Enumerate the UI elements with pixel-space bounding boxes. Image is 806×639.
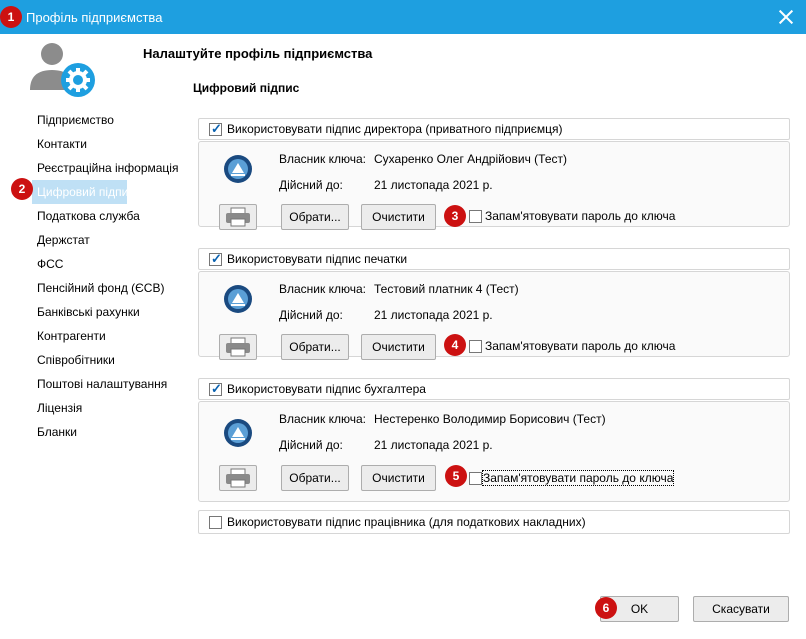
- accountant-signature-checkbox-label[interactable]: Використовувати підпис бухгалтера: [227, 382, 426, 396]
- sidebar-item-tax-service[interactable]: Податкова служба: [32, 204, 192, 228]
- sidebar-item-forms[interactable]: Бланки: [32, 420, 192, 444]
- key-owner-label: Власник ключа:: [279, 412, 366, 426]
- marker-badge-1: 1: [0, 6, 22, 28]
- certificate-seal-icon: [224, 155, 252, 183]
- printer-icon: [226, 468, 250, 488]
- marker-badge-4: 4: [444, 334, 466, 356]
- employee-signature-header: Використовувати підпис працівника (для п…: [198, 510, 790, 534]
- employee-signature-checkbox[interactable]: [209, 516, 222, 529]
- key-owner-label: Власник ключа:: [279, 282, 366, 296]
- sidebar-item-license[interactable]: Ліцензія: [32, 396, 192, 420]
- valid-until-value: 21 листопада 2021 р.: [374, 308, 493, 322]
- certificate-seal-icon: [224, 419, 252, 447]
- sidebar-item-registration[interactable]: Реєстраційна інформація: [32, 156, 192, 180]
- section-title: Цифровий підпис: [193, 81, 300, 95]
- accountant-signature-checkbox[interactable]: [209, 381, 222, 397]
- marker-badge-2: 2: [11, 178, 33, 200]
- director-signature-checkbox-label[interactable]: Використовувати підпис директора (приват…: [227, 122, 563, 136]
- valid-until-value: 21 листопада 2021 р.: [374, 178, 493, 192]
- director-signature-header: Використовувати підпис директора (приват…: [198, 118, 790, 140]
- sidebar-item-contacts[interactable]: Контакти: [32, 132, 192, 156]
- stamp-signature-header: Використовувати підпис печатки: [198, 248, 790, 270]
- choose-key-button[interactable]: Обрати...: [281, 334, 349, 360]
- printer-icon: [226, 207, 250, 227]
- valid-until-label: Дійсний до:: [279, 308, 343, 322]
- clear-key-button[interactable]: Очистити: [361, 334, 436, 360]
- sidebar-nav: Підприємство Контакти Реєстраційна інфор…: [32, 108, 192, 444]
- sidebar-item-enterprise[interactable]: Підприємство: [32, 108, 192, 132]
- remember-password-checkbox[interactable]: [469, 340, 482, 353]
- remember-password-checkbox[interactable]: [469, 472, 482, 485]
- marker-badge-6: 6: [595, 597, 617, 619]
- key-owner-value: Сухаренко Олег Андрійович (Тест): [374, 152, 567, 166]
- certificate-seal-icon: [224, 285, 252, 313]
- remember-password-label[interactable]: Запам'ятовувати пароль до ключа: [485, 209, 675, 223]
- sidebar-item-fss[interactable]: ФСС: [32, 252, 192, 276]
- accountant-signature-panel: Власник ключа: Нестеренко Володимир Бори…: [198, 401, 790, 502]
- stamp-signature-checkbox-label[interactable]: Використовувати підпис печатки: [227, 252, 407, 266]
- sidebar-item-counterparties[interactable]: Контрагенти: [32, 324, 192, 348]
- clear-key-button[interactable]: Очистити: [361, 465, 436, 491]
- clear-key-button[interactable]: Очистити: [361, 204, 436, 230]
- remember-password-label[interactable]: Запам'ятовувати пароль до ключа: [485, 339, 675, 353]
- valid-until-label: Дійсний до:: [279, 178, 343, 192]
- director-signature-checkbox[interactable]: [209, 121, 222, 137]
- valid-until-label: Дійсний до:: [279, 438, 343, 452]
- marker-badge-3: 3: [444, 205, 466, 227]
- company-profile-settings-icon: [30, 43, 95, 97]
- marker-badge-5: 5: [445, 465, 467, 487]
- cancel-button[interactable]: Скасувати: [693, 596, 789, 622]
- sidebar-item-bank-accounts[interactable]: Банківські рахунки: [32, 300, 192, 324]
- title-bar: Профіль підприємства: [0, 0, 806, 34]
- sidebar-item-mail-settings[interactable]: Поштові налаштування: [32, 372, 192, 396]
- key-owner-value: Нестеренко Володимир Борисович (Тест): [374, 412, 606, 426]
- window-title: Профіль підприємства: [26, 10, 163, 25]
- accountant-signature-header: Використовувати підпис бухгалтера: [198, 378, 790, 400]
- close-icon[interactable]: [776, 7, 796, 27]
- valid-until-value: 21 листопада 2021 р.: [374, 438, 493, 452]
- key-owner-value: Тестовий платник 4 (Тест): [374, 282, 519, 296]
- sidebar-item-pension-fund[interactable]: Пенсійний фонд (ЄСВ): [32, 276, 192, 300]
- director-signature-panel: Власник ключа: Сухаренко Олег Андрійович…: [198, 141, 790, 230]
- stamp-signature-checkbox[interactable]: [209, 251, 222, 267]
- print-button[interactable]: [219, 465, 257, 491]
- employee-signature-checkbox-label[interactable]: Використовувати підпис працівника (для п…: [227, 515, 586, 529]
- key-owner-label: Власник ключа:: [279, 152, 366, 166]
- choose-key-button[interactable]: Обрати...: [281, 465, 349, 491]
- remember-password-checkbox[interactable]: [469, 210, 482, 223]
- choose-key-button[interactable]: Обрати...: [281, 204, 349, 230]
- remember-password-label[interactable]: Запам'ятовувати пароль до ключа: [481, 470, 675, 486]
- printer-icon: [226, 337, 250, 357]
- print-button[interactable]: [219, 204, 257, 230]
- sidebar-item-employees[interactable]: Співробітники: [32, 348, 192, 372]
- page-heading: Налаштуйте профіль підприємства: [143, 46, 373, 61]
- sidebar-item-derzhstat[interactable]: Держстат: [32, 228, 192, 252]
- stamp-signature-panel: Власник ключа: Тестовий платник 4 (Тест)…: [198, 271, 790, 360]
- print-button[interactable]: [219, 334, 257, 360]
- sidebar-item-digital-signature[interactable]: Цифровий підпис: [32, 180, 134, 204]
